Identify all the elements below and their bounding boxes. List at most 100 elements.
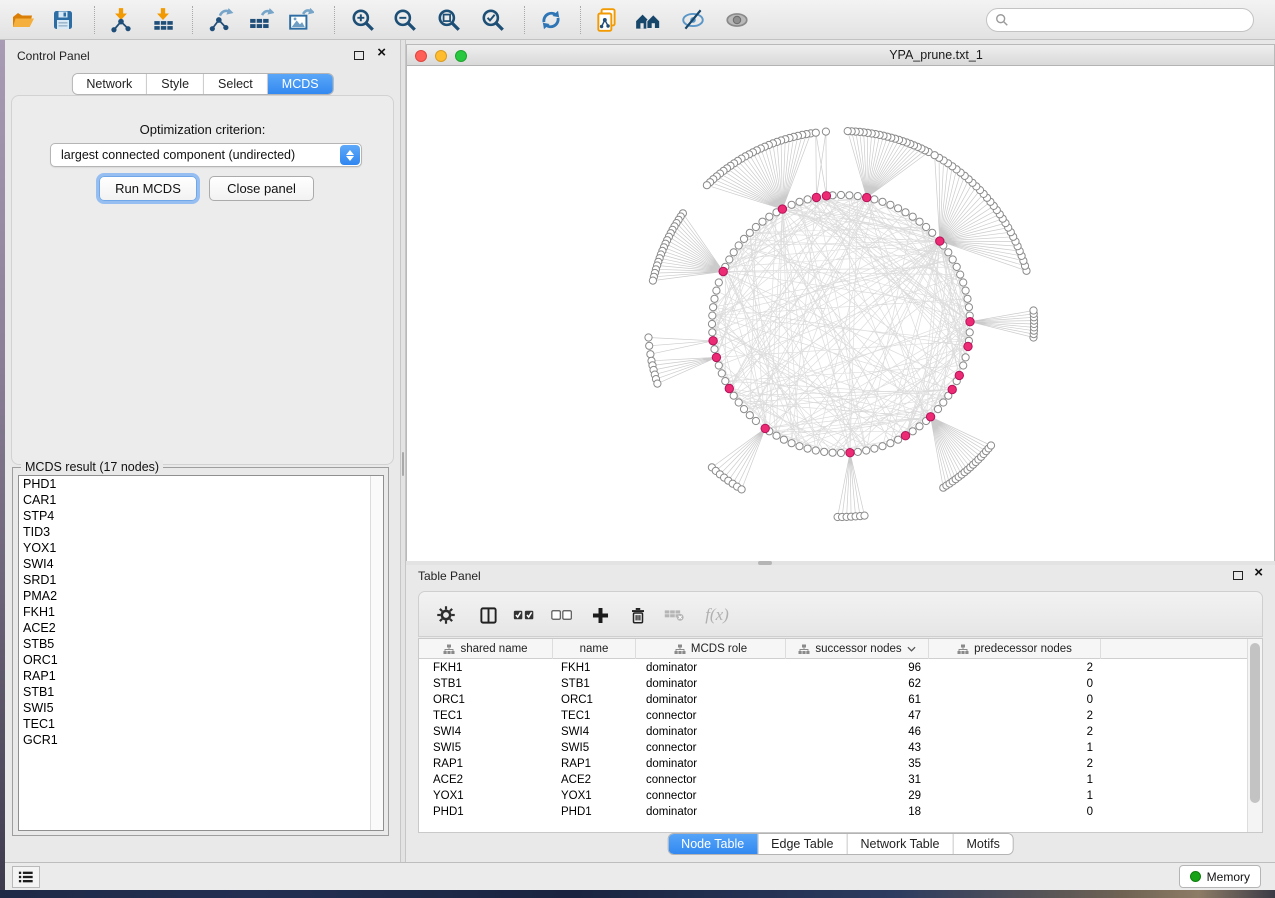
result-list-item[interactable]: TEC1: [19, 716, 383, 732]
zoom-selected-icon[interactable]: [478, 6, 508, 34]
cell-successor-nodes: 18: [786, 804, 929, 820]
table-row[interactable]: ORC1ORC1dominator610: [419, 692, 1248, 708]
table-row[interactable]: STB1STB1dominator620: [419, 676, 1248, 692]
result-list-item[interactable]: SWI5: [19, 700, 383, 716]
table-row[interactable]: YOX1YOX1connector291: [419, 788, 1248, 804]
import-table-icon[interactable]: [148, 6, 178, 34]
toolbar-separator: [580, 6, 581, 34]
network-window-titlebar[interactable]: YPA_prune.txt_1: [407, 45, 1274, 66]
tab-edge-table[interactable]: Edge Table: [757, 834, 846, 855]
export-network-icon[interactable]: [206, 6, 236, 34]
export-table-icon[interactable]: [246, 6, 276, 34]
table-body[interactable]: FKH1FKH1dominator962STB1STB1dominator620…: [419, 660, 1248, 820]
dropdown-stepper-icon: [340, 145, 360, 165]
share-network-icon[interactable]: [592, 6, 622, 34]
result-list-item[interactable]: ACE2: [19, 620, 383, 636]
result-list-item[interactable]: STB5: [19, 636, 383, 652]
table-settings-gear-icon[interactable]: [431, 600, 461, 630]
criterion-dropdown[interactable]: largest connected component (undirected): [50, 143, 362, 167]
cell-shared-name: STB1: [419, 676, 553, 692]
result-list-item[interactable]: STB1: [19, 684, 383, 700]
save-session-icon[interactable]: [48, 6, 78, 34]
add-column-icon[interactable]: [585, 600, 615, 630]
result-list-item[interactable]: SWI4: [19, 556, 383, 572]
table-row[interactable]: TEC1TEC1connector472: [419, 708, 1248, 724]
tab-motifs[interactable]: Motifs: [952, 834, 1012, 855]
column-header-MCDS-role[interactable]: MCDS role: [636, 639, 786, 659]
tab-style[interactable]: Style: [146, 74, 203, 95]
zoom-fit-icon[interactable]: [434, 6, 464, 34]
column-header-predecessor-nodes[interactable]: predecessor nodes: [929, 639, 1101, 659]
ndex-browse-icon[interactable]: [634, 6, 664, 34]
show-selected-icon[interactable]: [722, 6, 752, 34]
close-panel-button[interactable]: Close panel: [209, 176, 314, 201]
column-header-successor-nodes[interactable]: successor nodes: [786, 639, 929, 659]
import-network-icon[interactable]: [106, 6, 136, 34]
tab-mcds[interactable]: MCDS: [267, 74, 333, 95]
close-table-panel-icon[interactable]: ×: [1254, 565, 1263, 581]
tab-network-table[interactable]: Network Table: [847, 834, 953, 855]
result-list-item[interactable]: ORC1: [19, 652, 383, 668]
tab-node-table[interactable]: Node Table: [668, 834, 757, 855]
cell-MCDS-role: connector: [636, 740, 786, 756]
float-table-panel-icon[interactable]: [1233, 571, 1243, 580]
close-panel-icon[interactable]: ×: [377, 45, 386, 61]
table-row[interactable]: SWI4SWI4dominator462: [419, 724, 1248, 740]
task-history-button[interactable]: [12, 866, 40, 888]
result-list-item[interactable]: GCR1: [19, 732, 383, 748]
network-canvas[interactable]: [407, 66, 1274, 561]
cell-name: SWI4: [553, 724, 636, 740]
mcds-result-list[interactable]: PHD1CAR1STP4TID3YOX1SWI4SRD1PMA2FKH1ACE2…: [18, 475, 384, 831]
result-list-item[interactable]: CAR1: [19, 492, 383, 508]
tab-network[interactable]: Network: [72, 74, 146, 95]
cell-shared-name: TEC1: [419, 708, 553, 724]
table-row[interactable]: SWI5SWI5connector431: [419, 740, 1248, 756]
cell-predecessor-nodes: 1: [929, 788, 1101, 804]
search-field[interactable]: [986, 8, 1254, 32]
table-row[interactable]: PHD1PHD1dominator180: [419, 804, 1248, 820]
cell-successor-nodes: 35: [786, 756, 929, 772]
table-row[interactable]: RAP1RAP1dominator352: [419, 756, 1248, 772]
apply-preferred-layout-icon[interactable]: [536, 6, 566, 34]
column-header-shared-name[interactable]: shared name: [419, 639, 553, 659]
result-list-item[interactable]: FKH1: [19, 604, 383, 620]
column-header-name[interactable]: name: [553, 639, 636, 659]
result-list-item[interactable]: PHD1: [19, 476, 383, 492]
table-panel: Table Panel × f(x) shared namenameMCDS r…: [406, 565, 1275, 862]
tab-select[interactable]: Select: [203, 74, 267, 95]
result-list-item[interactable]: RAP1: [19, 668, 383, 684]
cell-MCDS-role: dominator: [636, 756, 786, 772]
table-scrollbar[interactable]: [1247, 639, 1262, 832]
toolbar-separator: [192, 6, 193, 34]
node-table[interactable]: shared namenameMCDS rolesuccessor nodesp…: [418, 638, 1263, 833]
memory-button[interactable]: Memory: [1179, 865, 1261, 888]
select-all-icon[interactable]: [509, 600, 539, 630]
window-minimize-icon[interactable]: [435, 50, 447, 62]
result-scrollbar[interactable]: [370, 476, 383, 830]
result-list-item[interactable]: TID3: [19, 524, 383, 540]
search-input[interactable]: [1009, 11, 1253, 29]
open-file-icon[interactable]: [8, 6, 38, 34]
hide-selected-icon[interactable]: [678, 6, 708, 34]
result-list-item[interactable]: YOX1: [19, 540, 383, 556]
table-row[interactable]: ACE2ACE2connector311: [419, 772, 1248, 788]
table-header-row[interactable]: shared namenameMCDS rolesuccessor nodesp…: [419, 639, 1248, 659]
table-scrollbar-thumb[interactable]: [1250, 643, 1260, 803]
result-list-item[interactable]: SRD1: [19, 572, 383, 588]
delete-column-trash-icon[interactable]: [623, 600, 653, 630]
result-list-item[interactable]: STP4: [19, 508, 383, 524]
float-panel-icon[interactable]: [354, 51, 364, 60]
zoom-in-icon[interactable]: [348, 6, 378, 34]
table-panel-title: Table Panel: [418, 569, 481, 583]
run-mcds-button[interactable]: Run MCDS: [99, 176, 197, 201]
criterion-value: largest connected component (undirected): [61, 148, 295, 162]
table-row[interactable]: FKH1FKH1dominator962: [419, 660, 1248, 676]
show-columns-icon[interactable]: [473, 600, 503, 630]
export-image-icon[interactable]: [286, 6, 316, 34]
window-maximize-icon[interactable]: [455, 50, 467, 62]
cell-predecessor-nodes: 1: [929, 772, 1101, 788]
deselect-all-icon[interactable]: [547, 600, 577, 630]
zoom-out-icon[interactable]: [390, 6, 420, 34]
window-close-icon[interactable]: [415, 50, 427, 62]
result-list-item[interactable]: PMA2: [19, 588, 383, 604]
